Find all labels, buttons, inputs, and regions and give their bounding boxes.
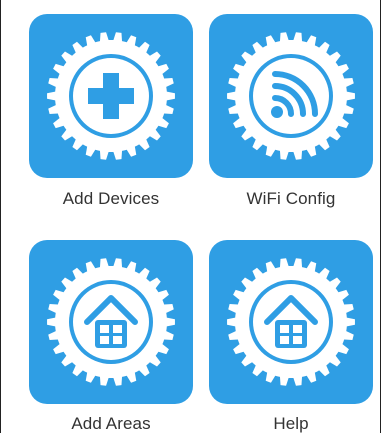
add-areas-button[interactable] [29,240,193,404]
gear-icon [47,258,175,386]
wifi-config-button[interactable] [209,14,373,178]
gear-icon [227,32,355,160]
add-devices-button[interactable] [29,14,193,178]
help-label: Help [273,414,309,433]
wifi-config-label: WiFi Config [246,189,336,208]
help-button[interactable] [209,240,373,404]
gear-icon [227,258,355,386]
add-devices-label: Add Devices [62,189,160,208]
gear-icon [47,32,175,160]
add-areas-label: Add Areas [71,414,151,433]
